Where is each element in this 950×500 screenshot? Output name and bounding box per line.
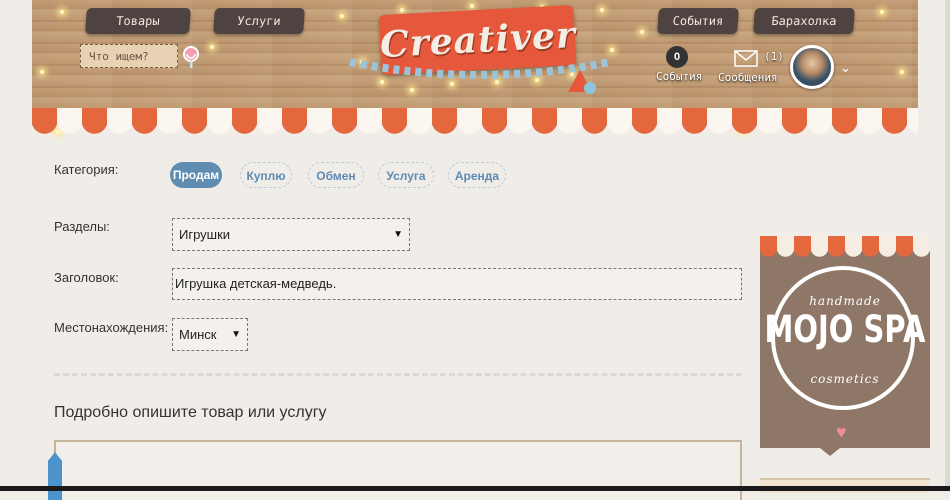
ad-banner-tail <box>820 448 840 456</box>
category-pill-rent[interactable]: Аренда <box>448 162 506 188</box>
scrollbar-track[interactable] <box>945 0 950 491</box>
category-pill-exchange[interactable]: Обмен <box>308 162 364 188</box>
ad-main-text: MOJO SPA <box>764 306 926 352</box>
dropdown-arrow-icon: ▼ <box>393 229 403 240</box>
nav-flea-market-link[interactable]: Барахолка <box>753 8 855 34</box>
mojo-spa-ad-banner[interactable]: handmade MOJO SPA cosmetics ♥ <box>760 236 930 448</box>
location-select[interactable]: Минск ▼ <box>172 318 248 351</box>
sections-select-value: Игрушки <box>179 227 231 242</box>
description-textarea[interactable] <box>54 440 742 500</box>
bunting-garland-icon <box>349 58 611 94</box>
category-pill-buy[interactable]: Куплю <box>240 162 292 188</box>
title-label: Заголовок: <box>54 270 119 285</box>
location-select-value: Минск <box>179 327 217 342</box>
nav-services-link[interactable]: Услуги <box>213 8 305 34</box>
search-input[interactable]: Что ищем? <box>80 44 178 68</box>
nav-goods-link[interactable]: Товары <box>85 8 191 34</box>
chevron-down-icon[interactable]: ⌄ <box>840 60 851 76</box>
envelope-icon[interactable] <box>734 50 758 67</box>
ad-bottom-text: cosmetics <box>810 372 880 386</box>
events-label[interactable]: События <box>656 70 702 83</box>
description-heading: Подробно опишите товар или услугу <box>54 404 327 421</box>
form-divider <box>54 373 742 376</box>
sections-label: Разделы: <box>54 219 110 234</box>
lollipop-search-icon[interactable] <box>182 46 202 68</box>
ad-awning-stripes <box>760 236 930 248</box>
nav-events-link[interactable]: События <box>657 8 739 34</box>
category-pill-sell[interactable]: Продам <box>170 162 222 188</box>
messages-label[interactable]: Сообщения <box>718 71 778 84</box>
category-label: Категория: <box>54 162 119 177</box>
pencil-icon <box>48 460 62 500</box>
category-pill-service[interactable]: Услуга <box>378 162 434 188</box>
bottom-bar <box>0 486 950 491</box>
title-input[interactable]: Игрушка детская-медведь. <box>172 268 742 300</box>
sections-select[interactable]: Игрушки ▼ <box>172 218 410 251</box>
messages-count: (1) <box>764 50 784 63</box>
location-label: Местонахождения: <box>54 320 169 335</box>
events-count-badge[interactable]: 0 <box>666 46 688 68</box>
dropdown-arrow-icon: ▼ <box>231 329 241 340</box>
user-avatar[interactable] <box>790 45 834 89</box>
ad-awning-scallop <box>760 248 930 262</box>
ad-top-text: handmade <box>809 294 881 308</box>
awning-scallop <box>32 108 918 134</box>
heart-icon: ♥ <box>836 422 847 442</box>
